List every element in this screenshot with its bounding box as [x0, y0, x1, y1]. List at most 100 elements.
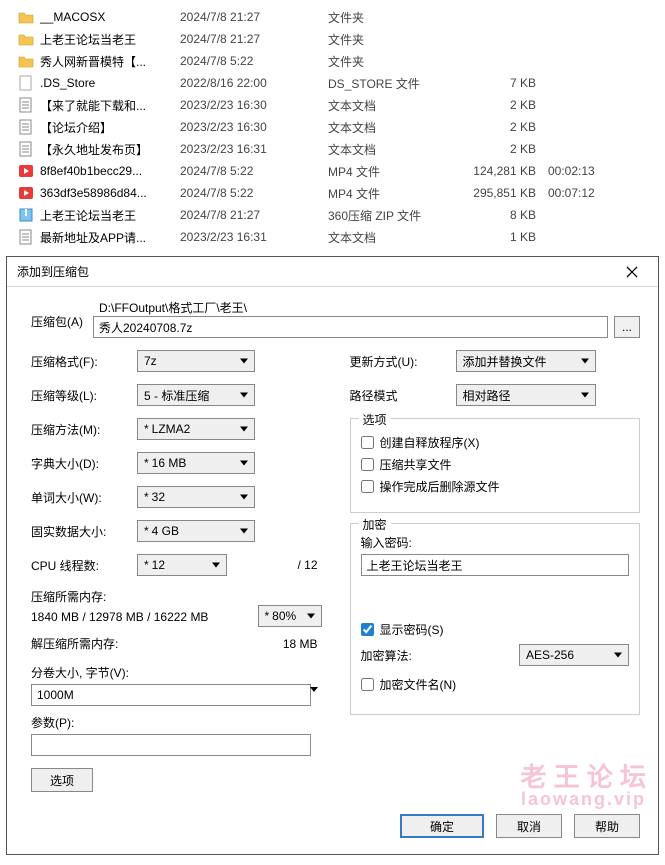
file-type: 文本文档: [328, 97, 468, 114]
archive-label: 压缩包(A): [31, 299, 93, 330]
file-size: 295,851 KB: [468, 186, 548, 200]
dict-select[interactable]: 16 MB: [137, 452, 255, 474]
params-input[interactable]: [31, 734, 311, 756]
file-row[interactable]: .DS_Store2022/8/16 22:00DS_STORE 文件7 KB: [0, 72, 665, 94]
file-date: 2024/7/8 21:27: [180, 32, 328, 46]
file-size: 7 KB: [468, 76, 548, 90]
params-label: 参数(P):: [31, 714, 322, 731]
file-icon: [18, 229, 34, 245]
file-date: 2023/2/23 16:31: [180, 230, 328, 244]
word-label: 单词大小(W):: [31, 489, 137, 506]
file-date: 2024/7/8 21:27: [180, 208, 328, 222]
archive-name-input[interactable]: [93, 316, 608, 338]
word-select[interactable]: 32: [137, 486, 255, 508]
file-type: 文件夹: [328, 53, 468, 70]
titlebar: 添加到压缩包: [7, 257, 658, 287]
file-date: 2024/7/8 5:22: [180, 186, 328, 200]
file-date: 2024/7/8 5:22: [180, 164, 328, 178]
share-checkbox[interactable]: 压缩共享文件: [361, 456, 630, 473]
showpw-checkbox[interactable]: 显示密码(S): [361, 621, 630, 638]
solid-select[interactable]: 4 GB: [137, 520, 255, 542]
update-label: 更新方式(U):: [350, 353, 456, 370]
file-icon: [18, 31, 34, 47]
algo-label: 加密算法:: [361, 647, 431, 664]
help-button[interactable]: 帮助: [574, 814, 640, 838]
file-icon: [18, 9, 34, 25]
file-size: 1 KB: [468, 230, 548, 244]
file-date: 2022/8/16 22:00: [180, 76, 328, 90]
file-date: 2024/7/8 21:27: [180, 10, 328, 24]
password-label: 输入密码:: [361, 534, 630, 551]
encnames-checkbox[interactable]: 加密文件名(N): [361, 676, 630, 693]
decomp-mem-label: 解压缩所需内存:: [31, 635, 283, 652]
algo-select[interactable]: AES-256: [519, 644, 629, 666]
file-date: 2023/2/23 16:30: [180, 98, 328, 112]
file-size: 8 KB: [468, 208, 548, 222]
options-button[interactable]: 选项: [31, 768, 93, 792]
file-row[interactable]: 【永久地址发布页】2023/2/23 16:31文本文档2 KB: [0, 138, 665, 160]
mem-need-value: 1840 MB / 12978 MB / 16222 MB: [31, 610, 258, 624]
file-name: 【论坛介绍】: [40, 119, 180, 136]
cpu-select[interactable]: 12: [137, 554, 227, 576]
file-icon: [18, 53, 34, 69]
pathmode-select[interactable]: 相对路径: [456, 384, 596, 406]
right-column: 更新方式(U):添加并替换文件 路径模式相对路径 选项 创建自释放程序(X) 压…: [350, 350, 641, 792]
file-row[interactable]: 秀人网新晋模特【...2024/7/8 5:22文件夹: [0, 50, 665, 72]
file-icon: [18, 75, 34, 91]
method-select[interactable]: LZMA2: [137, 418, 255, 440]
split-label: 分卷大小, 字节(V):: [31, 664, 322, 681]
browse-button[interactable]: ...: [614, 316, 640, 338]
options-group: 选项 创建自释放程序(X) 压缩共享文件 操作完成后删除源文件: [350, 418, 641, 513]
cancel-button[interactable]: 取消: [496, 814, 562, 838]
file-size: 2 KB: [468, 120, 548, 134]
close-icon: [626, 266, 638, 278]
left-column: 压缩格式(F):7z 压缩等级(L):5 - 标准压缩 压缩方法(M):LZMA…: [31, 350, 322, 792]
split-input[interactable]: [31, 684, 311, 706]
file-row[interactable]: 363df3e58986d84...2024/7/8 5:22MP4 文件295…: [0, 182, 665, 204]
format-select[interactable]: 7z: [137, 350, 255, 372]
level-select[interactable]: 5 - 标准压缩: [137, 384, 255, 406]
file-size: 124,281 KB: [468, 164, 548, 178]
file-type: 文本文档: [328, 229, 468, 246]
file-duration: 00:07:12: [548, 186, 620, 200]
file-icon: [18, 207, 34, 223]
file-type: 文件夹: [328, 31, 468, 48]
file-name: 上老王论坛当老王: [40, 207, 180, 224]
file-icon: [18, 97, 34, 113]
cpu-label: CPU 线程数:: [31, 557, 137, 574]
file-type: MP4 文件: [328, 163, 468, 180]
file-row[interactable]: 【来了就能下载和...2023/2/23 16:30文本文档2 KB: [0, 94, 665, 116]
file-row[interactable]: 【论坛介绍】2023/2/23 16:30文本文档2 KB: [0, 116, 665, 138]
method-label: 压缩方法(M):: [31, 421, 137, 438]
file-type: MP4 文件: [328, 185, 468, 202]
password-input[interactable]: [361, 554, 630, 576]
archive-dialog: 添加到压缩包 压缩包(A) D:\FFOutput\格式工厂\老王\ ... 压…: [6, 256, 659, 855]
options-group-title: 选项: [359, 411, 391, 428]
mem-pct-select[interactable]: 80%: [258, 605, 322, 627]
encrypt-group-title: 加密: [359, 516, 391, 533]
file-row[interactable]: 上老王论坛当老王2024/7/8 21:27文件夹: [0, 28, 665, 50]
delete-checkbox[interactable]: 操作完成后删除源文件: [361, 478, 630, 495]
file-name: 【永久地址发布页】: [40, 141, 180, 158]
file-date: 2023/2/23 16:31: [180, 142, 328, 156]
file-row[interactable]: 上老王论坛当老王2024/7/8 21:27360压缩 ZIP 文件8 KB: [0, 204, 665, 226]
close-button[interactable]: [614, 257, 650, 286]
file-row[interactable]: 8f8ef40b1becc29...2024/7/8 5:22MP4 文件124…: [0, 160, 665, 182]
update-select[interactable]: 添加并替换文件: [456, 350, 596, 372]
file-icon: [18, 141, 34, 157]
file-row[interactable]: 最新地址及APP请...2023/2/23 16:31文本文档1 KB: [0, 226, 665, 248]
level-label: 压缩等级(L):: [31, 387, 137, 404]
file-name: 最新地址及APP请...: [40, 229, 180, 246]
sfx-checkbox[interactable]: 创建自释放程序(X): [361, 434, 630, 451]
encrypt-group: 加密 输入密码: 显示密码(S) 加密算法:AES-256 加密文件名(N): [350, 523, 641, 715]
file-name: 【来了就能下载和...: [40, 97, 180, 114]
file-name: 8f8ef40b1becc29...: [40, 164, 180, 178]
archive-path: D:\FFOutput\格式工厂\老王\: [93, 299, 640, 316]
file-name: 上老王论坛当老王: [40, 31, 180, 48]
ok-button[interactable]: 确定: [400, 814, 484, 838]
file-row[interactable]: __MACOSX2024/7/8 21:27文件夹: [0, 6, 665, 28]
file-date: 2024/7/8 5:22: [180, 54, 328, 68]
file-icon: [18, 119, 34, 135]
cpu-max: / 12: [227, 558, 322, 572]
file-size: 2 KB: [468, 142, 548, 156]
